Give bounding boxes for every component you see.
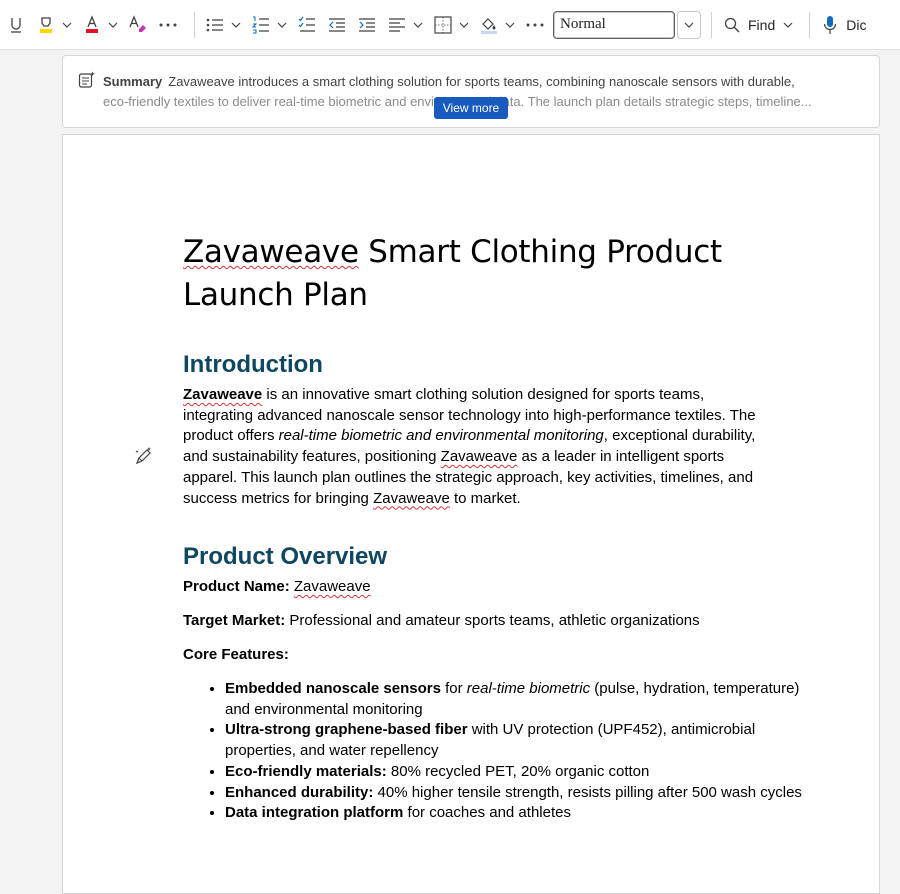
summary-text: Zavaweave introduces a smart clothing so… xyxy=(168,74,795,89)
highlight-button[interactable] xyxy=(34,9,74,41)
font-color-button[interactable] xyxy=(80,9,120,41)
summary-text-line1: Summary Zavaweave introduces a smart clot… xyxy=(103,74,863,89)
style-input[interactable]: Normal xyxy=(553,10,675,39)
product-name-value: Zavaweave xyxy=(293,578,371,595)
summary-title: Summary xyxy=(103,74,163,89)
core-features-label: Core Features: xyxy=(183,645,763,666)
numbering-icon xyxy=(249,13,273,37)
product-name-line: Product Name: Zavaweave xyxy=(183,577,763,598)
chevron-down-icon[interactable] xyxy=(781,13,795,37)
feature-italic: real-time biometric xyxy=(466,680,591,697)
feature-text: for coaches and athletes xyxy=(403,804,571,822)
core-features-heading: Core Features: xyxy=(183,646,289,663)
toolbar-divider xyxy=(194,11,195,38)
ribbon-toolbar: Normal Find Dic xyxy=(0,0,900,50)
bullets-button[interactable] xyxy=(203,9,243,41)
more-button[interactable] xyxy=(156,9,180,41)
checklist-button[interactable] xyxy=(295,9,319,41)
heading-introduction: Introduction xyxy=(183,351,323,378)
copilot-rewrite-icon[interactable] xyxy=(134,446,154,466)
feature-text: for xyxy=(440,680,467,697)
target-market-line: Target Market: Professional and amateur … xyxy=(183,611,763,632)
feature-title: Data integration platform xyxy=(225,804,404,822)
style-dropdown-button[interactable] xyxy=(677,10,701,39)
chevron-down-icon[interactable] xyxy=(229,13,243,37)
chevron-down-icon[interactable] xyxy=(275,13,289,37)
brand-name: Zavaweave xyxy=(183,386,263,403)
introduction-paragraph: Zavaweave is an innovative smart clothin… xyxy=(183,385,763,509)
find-label: Find xyxy=(748,16,776,33)
underline-icon xyxy=(4,13,28,37)
align-button[interactable] xyxy=(385,9,425,41)
chevron-down-icon xyxy=(684,22,694,28)
copilot-summary-card: Summary Zavaweave introduces a smart clot… xyxy=(62,55,880,128)
borders-button[interactable] xyxy=(431,9,471,41)
chevron-down-icon[interactable] xyxy=(411,13,425,37)
more-icon xyxy=(156,13,180,37)
list-item: Embedded nanoscale sensors for real-time… xyxy=(225,679,805,720)
dictate-button[interactable]: Dic xyxy=(818,9,866,41)
feature-title: Embedded nanoscale sensors xyxy=(225,680,441,697)
dictate-label: Dic xyxy=(846,16,867,33)
intro-text: to market. xyxy=(449,489,521,507)
chevron-down-icon[interactable] xyxy=(106,13,120,37)
clear-formatting-icon xyxy=(126,13,150,37)
bullets-icon xyxy=(203,13,227,37)
feature-title: Enhanced durability: xyxy=(225,783,374,801)
feature-title: Ultra-strong graphene-based fiber xyxy=(225,721,468,739)
title-brand: Zavaweave xyxy=(183,234,359,270)
checklist-icon xyxy=(295,13,319,37)
style-picker[interactable]: Normal xyxy=(553,9,701,41)
font-color-icon xyxy=(80,13,104,37)
intro-italic: real-time biometric and environmental mo… xyxy=(278,427,604,445)
numbering-button[interactable] xyxy=(249,9,289,41)
feature-title: Eco-friendly materials: xyxy=(225,762,387,780)
highlight-icon xyxy=(34,13,58,37)
chevron-down-icon[interactable] xyxy=(60,13,74,37)
feature-list: Embedded nanoscale sensors for real-time… xyxy=(183,679,805,824)
shading-icon xyxy=(477,13,501,37)
target-market-value: Professional and amateur sports teams, a… xyxy=(285,612,700,629)
list-item: Eco-friendly materials: 80% recycled PET… xyxy=(225,762,805,783)
borders-icon xyxy=(431,13,455,37)
more-icon xyxy=(523,13,547,37)
decrease-indent-button[interactable] xyxy=(325,9,349,41)
brand-name: Zavaweave xyxy=(440,448,518,466)
chevron-down-icon[interactable] xyxy=(503,13,517,37)
chevron-down-icon[interactable] xyxy=(457,13,471,37)
toolbar-divider xyxy=(711,11,712,38)
shading-button[interactable] xyxy=(477,9,517,41)
underline-button[interactable] xyxy=(4,9,28,41)
microphone-icon xyxy=(818,13,842,37)
increase-indent-icon xyxy=(355,13,379,37)
increase-indent-button[interactable] xyxy=(355,9,379,41)
brand-name: Zavaweave xyxy=(373,489,450,507)
align-icon xyxy=(385,13,409,37)
document-page[interactable]: Zavaweave Smart Clothing Product Launch … xyxy=(62,134,880,894)
decrease-indent-icon xyxy=(325,13,349,37)
document-title: Zavaweave Smart Clothing Product Launch … xyxy=(183,231,763,317)
list-item: Enhanced durability: 40% higher tensile … xyxy=(225,783,805,804)
summary-icon xyxy=(78,71,96,89)
view-more-button[interactable]: View more xyxy=(434,97,508,119)
heading-product-overview: Product Overview xyxy=(183,543,388,570)
target-market-label: Target Market: xyxy=(183,612,286,629)
more-button[interactable] xyxy=(523,9,547,41)
find-button[interactable]: Find xyxy=(720,9,795,41)
list-item: Ultra-strong graphene-based fiber with U… xyxy=(225,720,805,761)
product-name-label: Product Name: xyxy=(183,578,290,595)
toolbar-divider xyxy=(809,11,811,38)
feature-text: 40% higher tensile strength, resists pil… xyxy=(373,783,802,801)
search-icon xyxy=(720,13,744,37)
clear-formatting-button[interactable] xyxy=(126,9,150,41)
feature-text: 80% recycled PET, 20% organic cotton xyxy=(386,762,650,780)
list-item: Data integration platform for coaches an… xyxy=(225,803,805,824)
